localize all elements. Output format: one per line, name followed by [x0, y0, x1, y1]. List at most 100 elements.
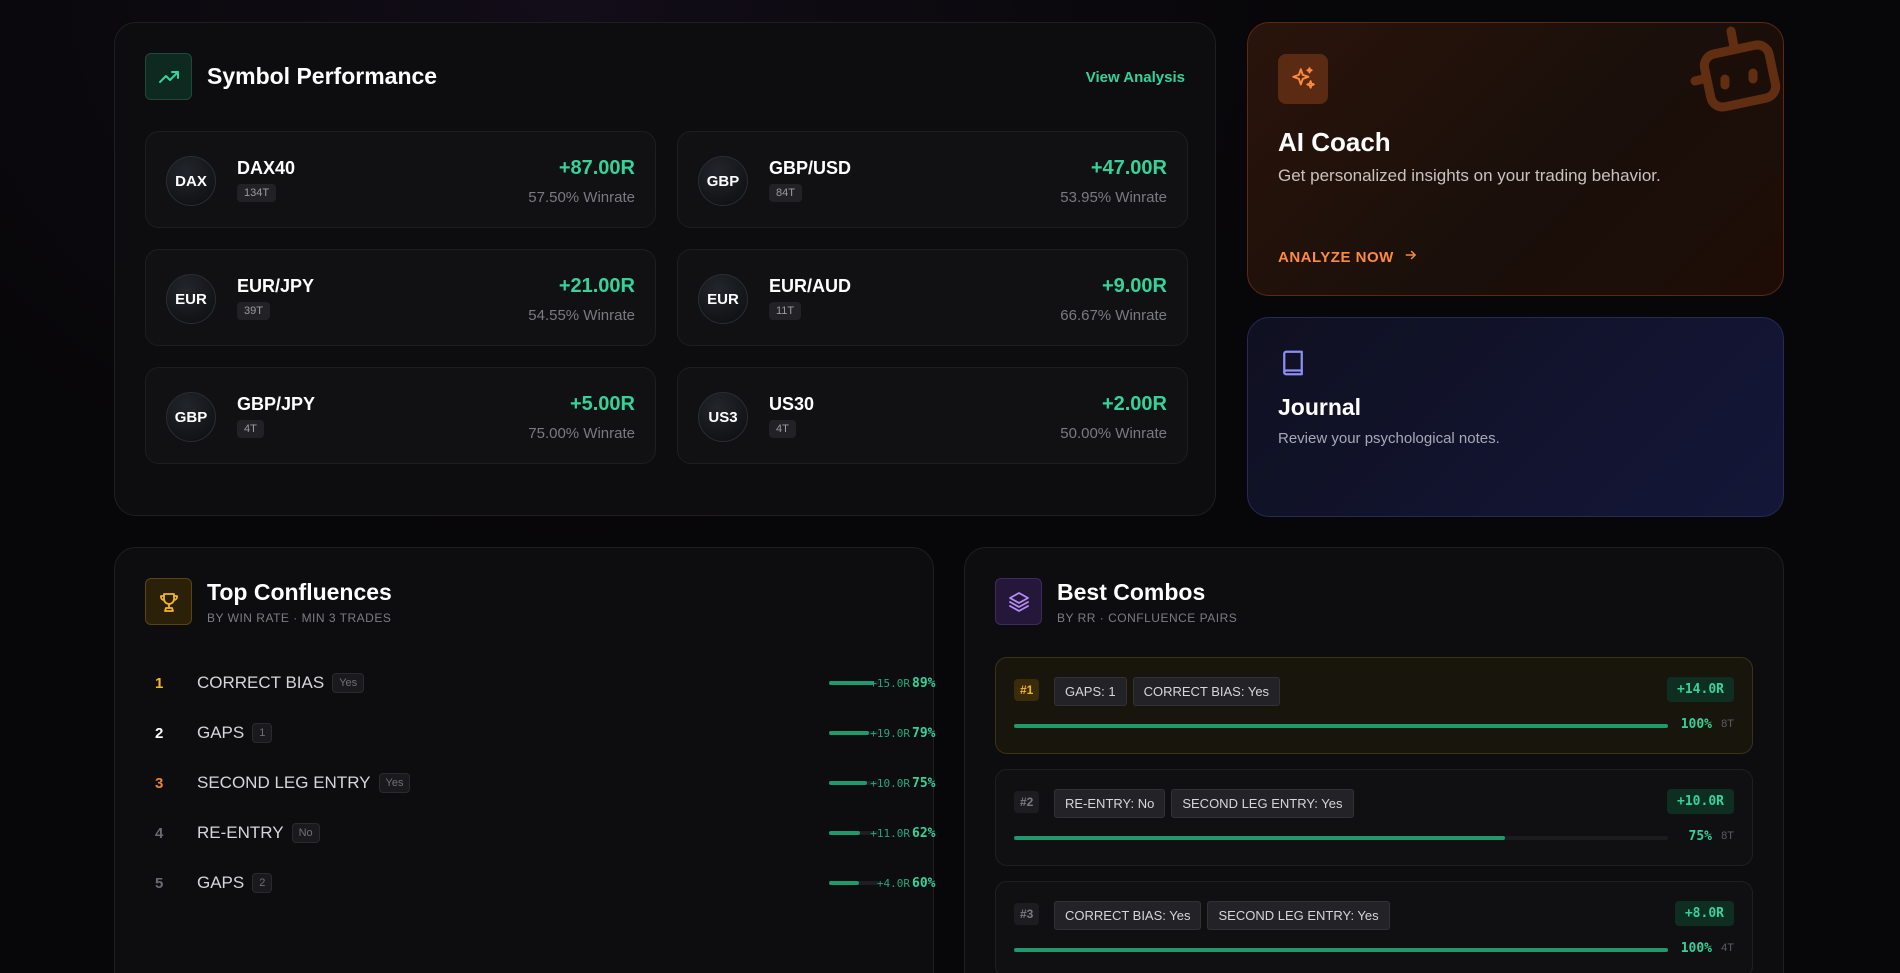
- top-confluences-card: Top Confluences BY WIN RATE · MIN 3 TRAD…: [114, 547, 935, 973]
- symbol-r-value: +21.00R: [558, 275, 635, 297]
- combo-confluence-tag: SECOND LEG ENTRY: Yes: [1171, 789, 1354, 818]
- confluence-row[interactable]: 5 GAPS 2 60% +4.0R: [155, 868, 935, 898]
- arrow-right-icon: [1404, 248, 1418, 266]
- combo-card[interactable]: #2 RE-ENTRY: No SECOND LEG ENTRY: Yes +10.0…: [995, 769, 1753, 866]
- symbol-card[interactable]: GBP GBP/USD 84T +47.00R 53.95% Winrate: [677, 131, 1188, 228]
- winrate-bar-fill: [829, 731, 869, 735]
- journal-title: Journal: [1278, 394, 1362, 420]
- symbol-badge: GBP: [166, 392, 216, 442]
- symbol-name: GBP/JPY: [237, 394, 316, 414]
- confluence-value-tag: 1: [252, 723, 273, 743]
- symbol-performance-card: Symbol Performance View Analysis DAX DAX4…: [114, 22, 1216, 516]
- combo-r-value: +10.0R: [1667, 789, 1734, 814]
- confluence-value-tag: No: [291, 823, 320, 843]
- symbol-name: EUR/JPY: [237, 276, 315, 296]
- combo-trade-count: 8T: [1721, 830, 1734, 842]
- combo-winrate-bar-fill: [1014, 724, 1668, 728]
- robot-icon: [1689, 23, 1783, 124]
- confluence-r-value: +4.0R: [876, 876, 910, 890]
- combo-trade-count: 8T: [1721, 718, 1734, 730]
- confluence-row[interactable]: 4 RE-ENTRY No 62% +11.0R: [155, 818, 935, 848]
- confluence-winrate: 60%: [912, 875, 936, 891]
- symbol-winrate: 53.95% Winrate: [1060, 189, 1167, 206]
- confluence-name: SECOND LEG ENTRY: [197, 773, 371, 792]
- confluence-r-value: +15.0R: [870, 676, 910, 690]
- combo-tags: GAPS: 1 CORRECT BIAS: Yes: [1054, 677, 1281, 706]
- combo-confluence-tag: GAPS: 1: [1054, 677, 1127, 706]
- combo-winrate: 75%: [1688, 829, 1712, 844]
- combo-card[interactable]: #3 CORRECT BIAS: Yes SECOND LEG ENTRY: Yes…: [995, 881, 1753, 973]
- combo-r-value: +8.0R: [1674, 901, 1734, 926]
- confluence-name: GAPS: [197, 723, 245, 742]
- confluence-r-value: +10.0R: [870, 776, 910, 790]
- combo-tags: CORRECT BIAS: Yes SECOND LEG ENTRY: Yes: [1054, 901, 1390, 930]
- symbol-winrate: 54.55% Winrate: [528, 307, 635, 324]
- combo-winrate-bar: [1014, 724, 1668, 728]
- trophy-icon: [145, 578, 192, 625]
- view-analysis-link[interactable]: View Analysis: [1086, 69, 1185, 86]
- confluence-row[interactable]: 3 SECOND LEG ENTRY Yes 75% +10.0R: [155, 768, 935, 798]
- winrate-bar: [829, 881, 879, 885]
- symbol-performance-title: Symbol Performance: [207, 63, 438, 89]
- confluence-value-tag: Yes: [332, 673, 365, 693]
- combo-confluence-tag: RE-ENTRY: No: [1054, 789, 1166, 818]
- combo-confluence-tag: SECOND LEG ENTRY: Yes: [1207, 901, 1390, 930]
- journal-description: Review your psychological notes.: [1278, 430, 1500, 447]
- symbol-card[interactable]: EUR EUR/AUD 11T +9.00R 66.67% Winrate: [677, 249, 1188, 346]
- combo-card[interactable]: #1 GAPS: 1 CORRECT BIAS: Yes +14.0R 100% 8T: [995, 657, 1753, 754]
- symbol-r-value: +9.00R: [1101, 275, 1167, 297]
- symbol-card[interactable]: GBP GBP/JPY 4T +5.00R 75.00% Winrate: [145, 367, 656, 464]
- confluence-name: GAPS: [197, 873, 245, 892]
- confluence-winrate: 79%: [912, 725, 936, 741]
- analyze-now-button[interactable]: ANALYZE NOW: [1278, 248, 1418, 266]
- confluence-winrate: 89%: [912, 675, 936, 691]
- ai-coach-title: AI Coach: [1278, 127, 1391, 157]
- book-icon: [1278, 348, 1308, 383]
- top-confluences-subtitle: BY WIN RATE · MIN 3 TRADES: [207, 610, 392, 625]
- best-combos-header: Best Combos BY RR · CONFLUENCE PAIRS: [995, 578, 1237, 625]
- confluence-name: CORRECT BIAS: [197, 673, 325, 692]
- symbol-name: GBP/USD: [769, 158, 852, 178]
- symbol-name: DAX40: [237, 158, 296, 178]
- confluence-r-value: +19.0R: [870, 726, 910, 740]
- symbol-card[interactable]: US3 US30 4T +2.00R 50.00% Winrate: [677, 367, 1188, 464]
- confluence-rank: 1: [155, 674, 164, 692]
- top-confluences-title: Top Confluences: [207, 578, 392, 605]
- confluence-rank: 2: [155, 724, 164, 742]
- symbol-r-value: +2.00R: [1101, 393, 1167, 415]
- journal-card[interactable]: Journal Review your psychological notes.: [1247, 317, 1784, 517]
- symbol-card[interactable]: DAX DAX40 134T +87.00R 57.50% Winrate: [145, 131, 656, 228]
- best-combos-card: Best Combos BY RR · CONFLUENCE PAIRS #1 G…: [964, 547, 1784, 973]
- combo-r-value: +14.0R: [1667, 677, 1734, 702]
- symbol-winrate: 75.00% Winrate: [528, 425, 635, 442]
- combo-tags: RE-ENTRY: No SECOND LEG ENTRY: Yes: [1054, 789, 1354, 818]
- trade-count-badge: 39T: [237, 302, 270, 320]
- combo-rank-badge: #2: [1014, 791, 1040, 813]
- confluence-winrate: 75%: [912, 775, 936, 791]
- combo-winrate-bar: [1014, 836, 1668, 840]
- confluence-row[interactable]: 2 GAPS 1 79% +19.0R: [155, 718, 935, 748]
- trending-up-icon: [145, 53, 192, 100]
- winrate-bar-fill: [829, 781, 867, 785]
- symbol-badge: EUR: [166, 274, 216, 324]
- trade-count-badge: 84T: [769, 184, 802, 202]
- symbol-card[interactable]: EUR EUR/JPY 39T +21.00R 54.55% Winrate: [145, 249, 656, 346]
- combo-rank-badge: #1: [1014, 679, 1040, 701]
- symbol-r-value: +47.00R: [1090, 157, 1167, 179]
- symbol-winrate: 50.00% Winrate: [1060, 425, 1167, 442]
- winrate-bar-fill: [829, 681, 874, 685]
- symbol-r-value: +87.00R: [558, 157, 635, 179]
- combo-winrate: 100%: [1680, 717, 1712, 732]
- symbol-r-value: +5.00R: [569, 393, 635, 415]
- ai-coach-card[interactable]: AI Coach Get personalized insights on yo…: [1247, 22, 1784, 296]
- symbol-badge: GBP: [698, 156, 748, 206]
- confluence-row[interactable]: 1 CORRECT BIAS Yes 89% +15.0R: [155, 668, 935, 698]
- confluence-rank: 5: [155, 874, 164, 892]
- trade-count-badge: 134T: [237, 184, 277, 202]
- symbol-badge: US3: [698, 392, 748, 442]
- top-confluences-header: Top Confluences BY WIN RATE · MIN 3 TRAD…: [145, 578, 392, 625]
- winrate-bar-fill: [829, 831, 860, 835]
- combo-winrate: 100%: [1680, 941, 1712, 956]
- confluence-rank: 3: [155, 774, 164, 792]
- combo-confluence-tag: CORRECT BIAS: Yes: [1132, 677, 1281, 706]
